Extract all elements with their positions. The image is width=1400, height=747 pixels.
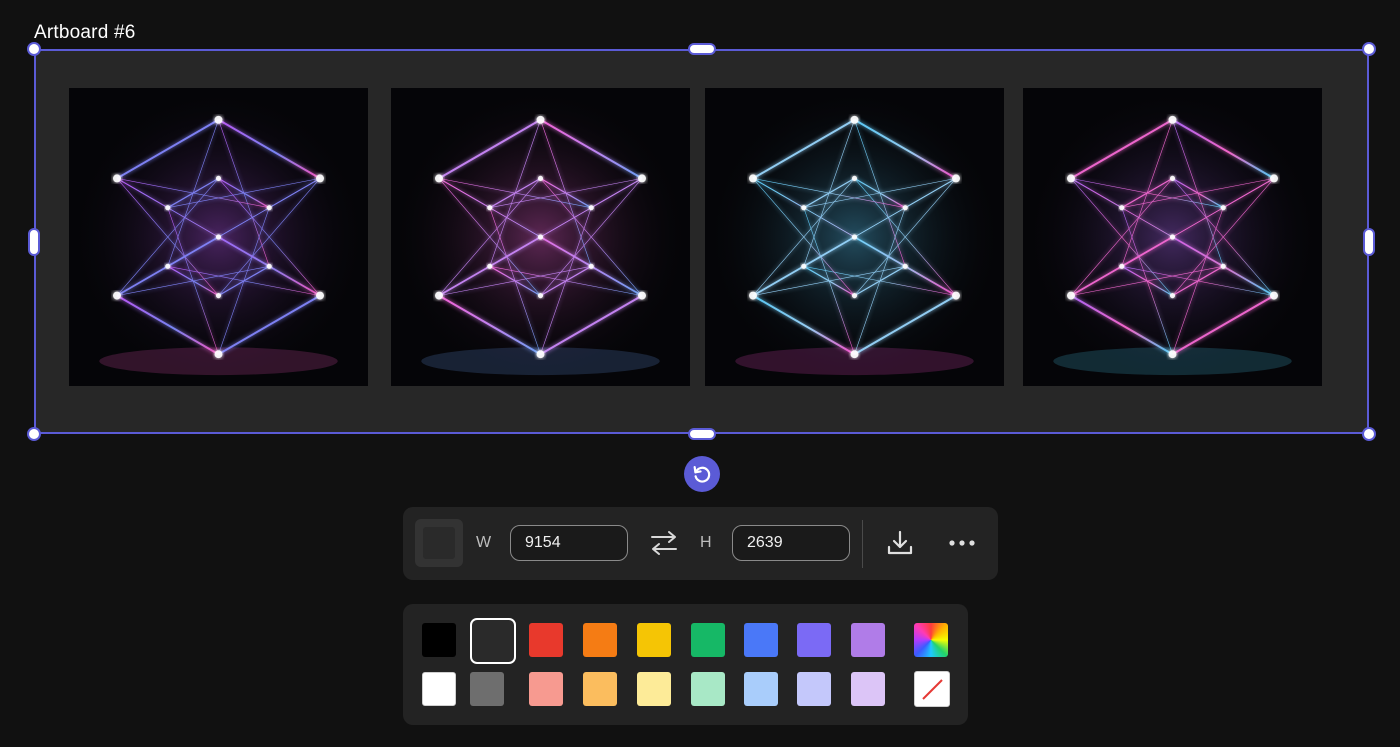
custom-color-spectrum-swatch[interactable]	[914, 623, 948, 657]
fill-color-preview	[423, 527, 455, 559]
height-input[interactable]	[732, 525, 850, 561]
color-swatch[interactable]	[637, 623, 671, 657]
download-icon[interactable]	[886, 529, 914, 557]
color-swatch[interactable]	[851, 672, 885, 706]
color-swatch[interactable]	[797, 623, 831, 657]
color-swatch[interactable]	[470, 672, 504, 706]
image-tile-2[interactable]	[391, 88, 690, 386]
image-tile-4[interactable]	[1023, 88, 1322, 386]
canvas-stage: Artboard #6 W H	[0, 0, 1400, 747]
height-label: H	[700, 534, 712, 551]
neon-cube-image-3	[705, 88, 1004, 386]
color-swatch[interactable]	[583, 623, 617, 657]
image-tile-3[interactable]	[705, 88, 1004, 386]
resize-handle-top-right[interactable]	[1362, 42, 1376, 56]
color-palette	[403, 604, 968, 725]
resize-handle-left[interactable]	[28, 228, 40, 256]
resize-handle-top-left[interactable]	[27, 42, 41, 56]
color-swatch[interactable]	[529, 672, 563, 706]
color-swatch-selected[interactable]	[470, 618, 516, 664]
artboard-toolbar: W H	[403, 507, 998, 580]
rotate-button[interactable]	[684, 456, 720, 492]
neon-cube-image-1	[69, 88, 368, 386]
resize-handle-bottom-right[interactable]	[1362, 427, 1376, 441]
color-swatch[interactable]	[797, 672, 831, 706]
color-swatch[interactable]	[637, 672, 671, 706]
neon-cube-image-4	[1023, 88, 1322, 386]
swap-icon[interactable]	[649, 530, 679, 556]
fill-color-swatch[interactable]	[415, 519, 463, 567]
resize-handle-bottom[interactable]	[688, 428, 716, 440]
artboard-title[interactable]: Artboard #6	[34, 22, 136, 44]
color-swatch[interactable]	[851, 623, 885, 657]
resize-handle-right[interactable]	[1363, 228, 1375, 256]
resize-handle-bottom-left[interactable]	[27, 427, 41, 441]
color-swatch[interactable]	[422, 672, 456, 706]
color-swatch[interactable]	[691, 623, 725, 657]
color-swatch[interactable]	[529, 623, 563, 657]
more-icon[interactable]	[946, 529, 978, 557]
no-color-swatch[interactable]	[914, 671, 950, 707]
color-swatch[interactable]	[583, 672, 617, 706]
resize-handle-top[interactable]	[688, 43, 716, 55]
rotate-icon	[693, 466, 711, 483]
color-swatch[interactable]	[691, 672, 725, 706]
toolbar-divider	[862, 520, 863, 568]
color-swatch[interactable]	[744, 672, 778, 706]
no-color-slash-icon	[922, 679, 943, 700]
neon-cube-image-2	[391, 88, 690, 386]
image-tile-1[interactable]	[69, 88, 368, 386]
color-swatch[interactable]	[744, 623, 778, 657]
width-input[interactable]	[510, 525, 628, 561]
width-label: W	[476, 534, 492, 551]
color-swatch[interactable]	[422, 623, 456, 657]
